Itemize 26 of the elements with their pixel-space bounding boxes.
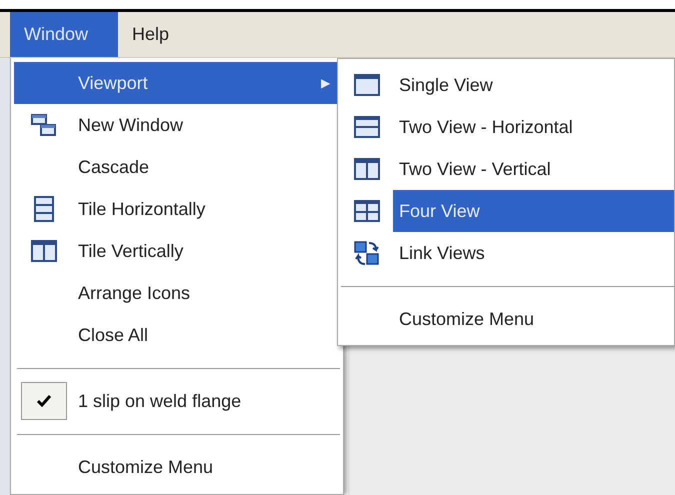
menu-item[interactable]: Cascade: [74, 146, 340, 188]
vertical-split-icon: [31, 240, 57, 262]
menu-item[interactable]: Two View - Vertical: [393, 148, 674, 190]
menu-item[interactable]: Single View: [393, 64, 674, 106]
checkmark-box[interactable]: [21, 382, 67, 420]
menu-item[interactable]: 1 slip on weld flange: [74, 380, 340, 422]
horizontal-split-icon: [354, 116, 380, 138]
menu-item[interactable]: Tile Horizontally: [74, 188, 340, 230]
menu-bar-item[interactable]: Help: [118, 12, 184, 57]
menu-item[interactable]: Customize Menu: [74, 446, 340, 488]
menu-item[interactable]: Close All: [74, 314, 340, 356]
vertical-split-icon: [354, 158, 380, 180]
menu-item[interactable]: Two View - Horizontal: [393, 106, 674, 148]
grid-icon: [354, 200, 380, 222]
menu-item[interactable]: Customize Menu: [393, 298, 674, 340]
menu-item[interactable]: Arrange Icons: [74, 272, 340, 314]
menu-item[interactable]: Four View: [393, 190, 674, 232]
menu-bar-item[interactable]: Window: [10, 12, 118, 57]
menu-item[interactable]: New Window: [74, 104, 340, 146]
horizontal-split-icon: [32, 196, 56, 222]
windows-icon: [31, 113, 57, 137]
menu-item[interactable]: Tile Vertically: [74, 230, 340, 272]
single-view-icon: [354, 74, 380, 96]
linked-windows-icon: [354, 240, 380, 266]
menu-item[interactable]: Link Views: [393, 232, 674, 274]
checkmark-icon: [37, 395, 51, 407]
